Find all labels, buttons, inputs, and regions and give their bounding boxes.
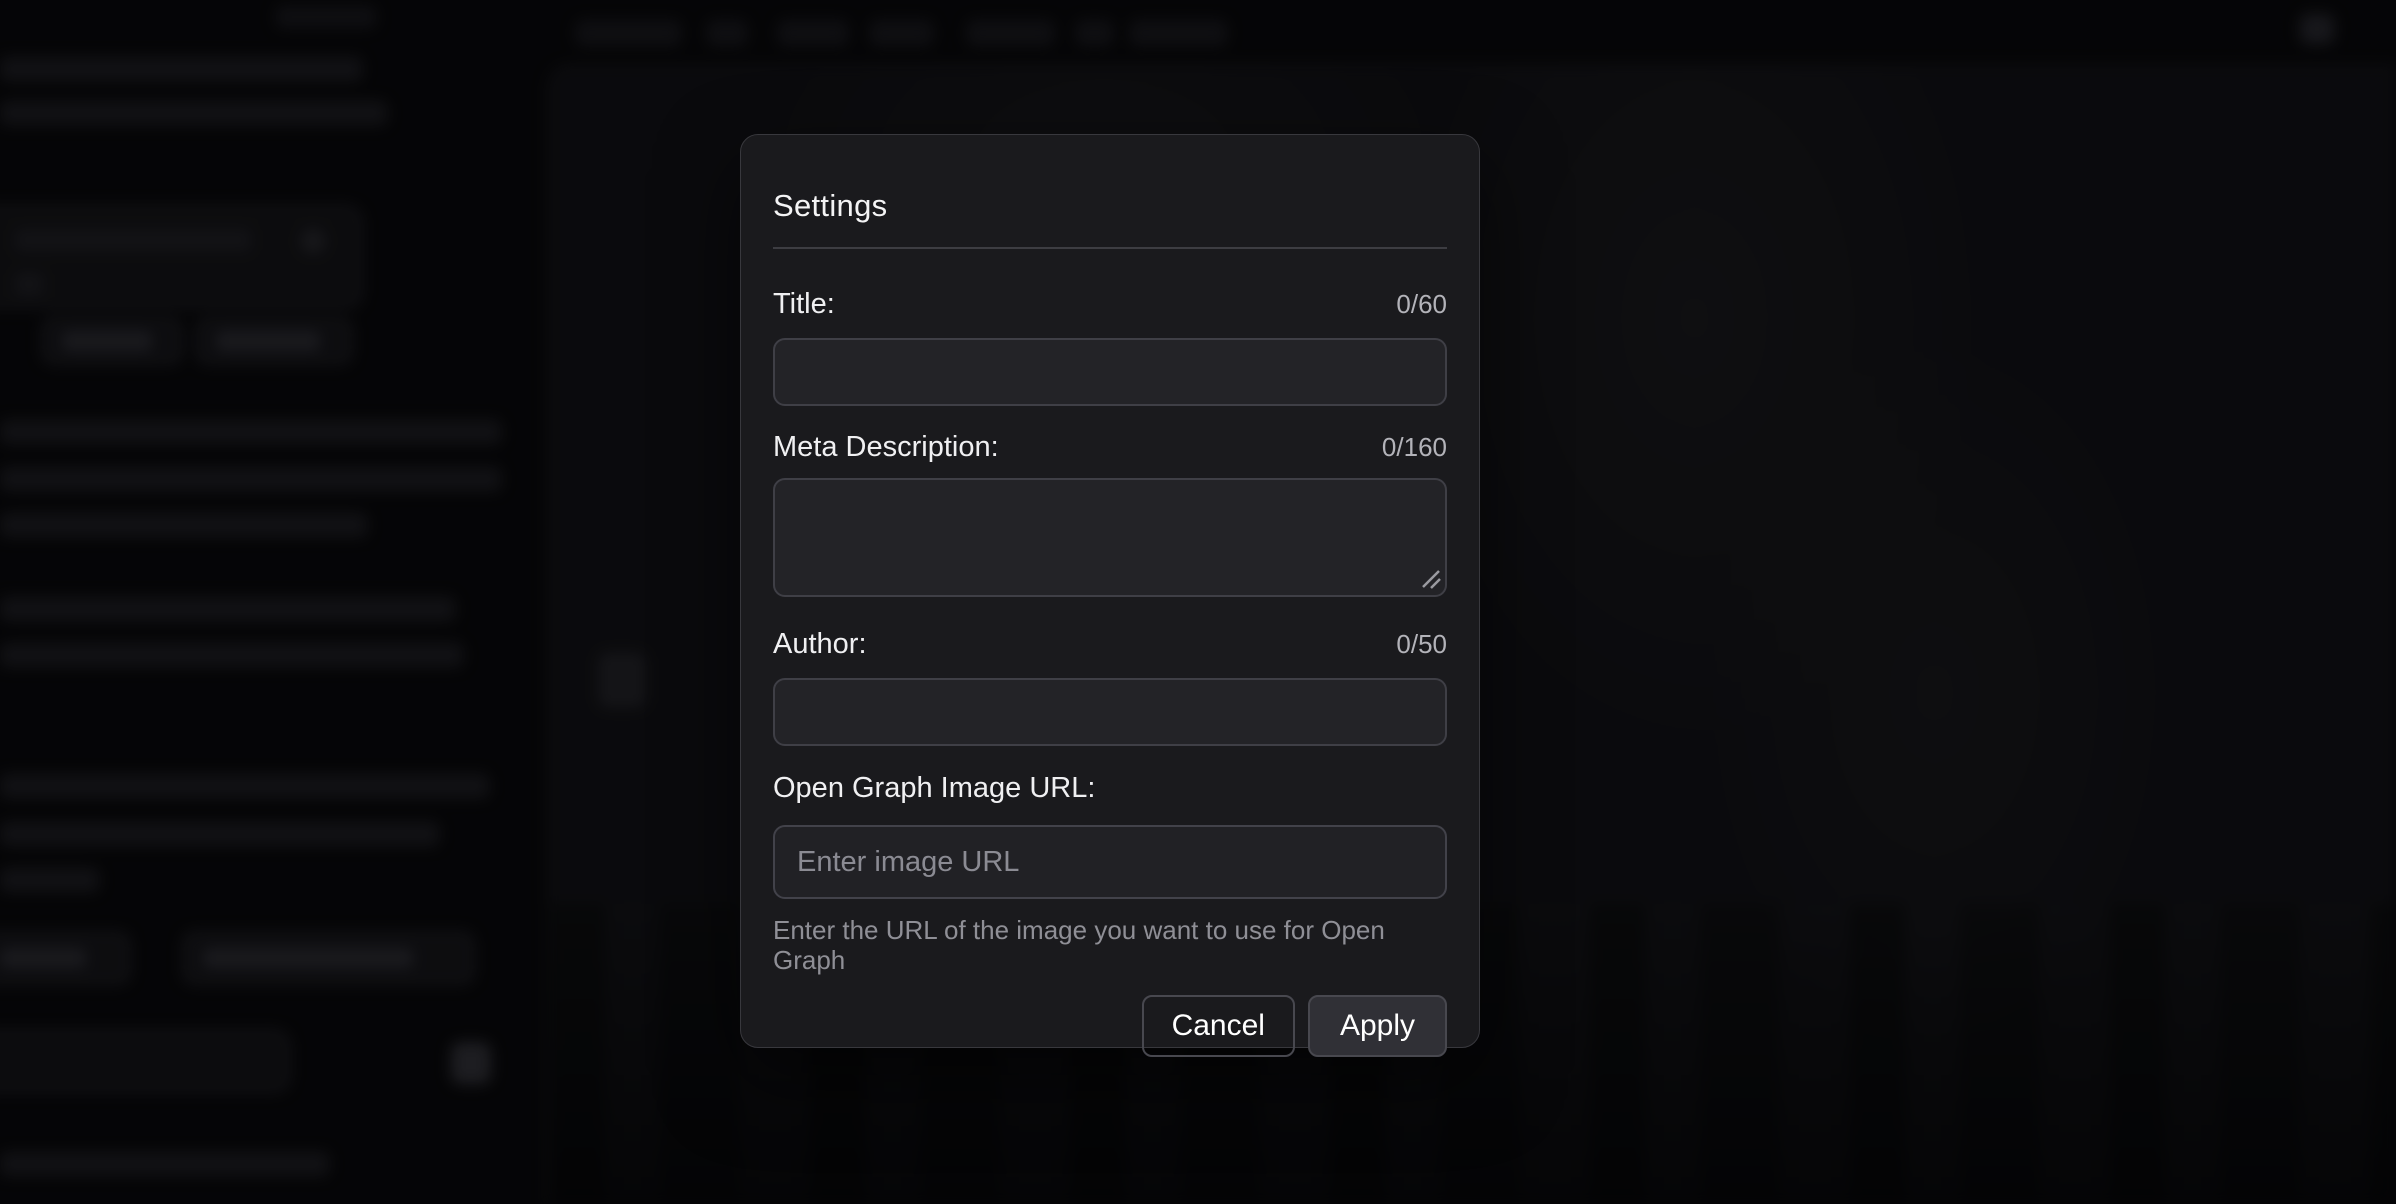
meta-description-textarea[interactable] [773,478,1447,597]
resize-handle-icon[interactable] [1415,563,1441,589]
meta-description-label: Meta Description: [773,430,999,464]
og-image-helper-text: Enter the URL of the image you want to u… [773,915,1447,975]
og-image-url-input[interactable] [773,825,1447,899]
author-label: Author: [773,627,867,661]
og-image-url-label: Open Graph Image URL: [773,771,1095,805]
meta-description-counter: 0/160 [1382,430,1447,464]
divider [773,247,1447,249]
author-input[interactable] [773,678,1447,746]
title-counter: 0/60 [1396,287,1447,321]
cancel-button[interactable]: Cancel [1142,995,1295,1057]
apply-button[interactable]: Apply [1308,995,1447,1057]
modal-title: Settings [773,135,1447,225]
app-root: Settings Title: 0/60 Meta Description: 0… [0,0,2396,1204]
settings-modal: Settings Title: 0/60 Meta Description: 0… [740,134,1480,1048]
title-input[interactable] [773,338,1447,406]
author-counter: 0/50 [1396,627,1447,661]
title-label: Title: [773,287,835,321]
